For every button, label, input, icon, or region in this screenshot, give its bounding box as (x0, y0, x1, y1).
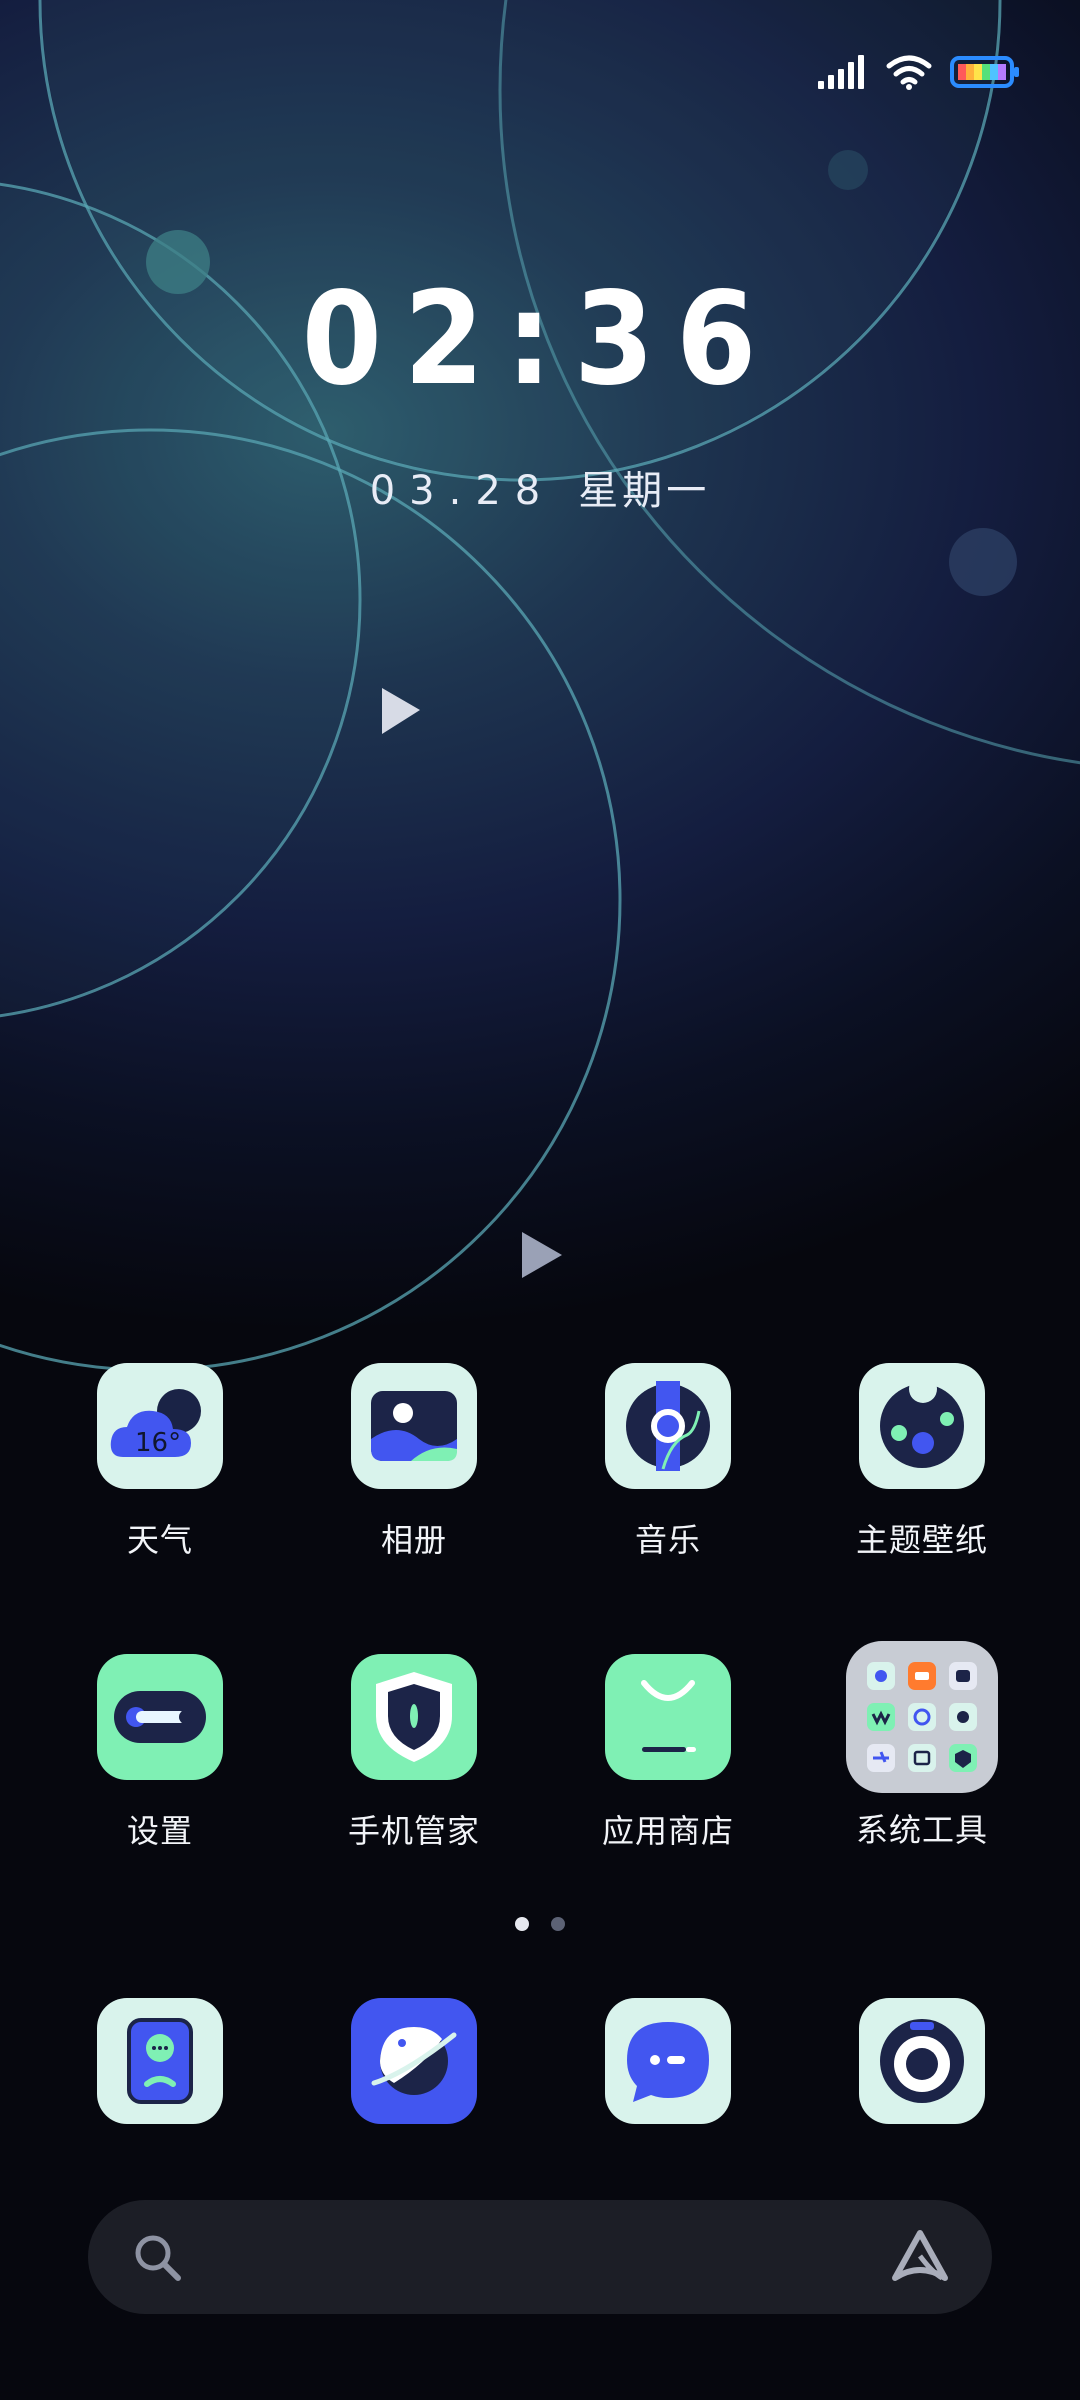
app-weather[interactable]: 16° 天气 (65, 1363, 255, 1561)
battery-icon (950, 56, 1019, 88)
app-label-settings: 设置 (126, 1812, 193, 1850)
phone-manager-shield-icon (351, 1654, 477, 1780)
theme-wallpaper-icon (859, 1363, 985, 1489)
weekday-text: 星期一 (578, 468, 711, 514)
app-label-phone-manager: 手机管家 (347, 1812, 480, 1850)
dock-phone[interactable] (65, 1998, 255, 2124)
page-dot-2[interactable] (551, 1917, 565, 1931)
system-tools-folder-icon (846, 1641, 998, 1793)
dock-browser[interactable] (319, 1998, 509, 2124)
app-label-weather: 天气 (126, 1521, 193, 1559)
app-label-app-store: 应用商店 (601, 1812, 734, 1850)
app-theme-wallpaper[interactable]: 主题壁纸 (827, 1363, 1017, 1561)
signal-icon (818, 55, 864, 89)
weather-icon: 16° (97, 1363, 223, 1489)
music-icon (605, 1363, 731, 1489)
app-store-bag-icon (605, 1654, 731, 1780)
messages-icon (605, 1998, 731, 2124)
search-bar[interactable] (88, 2200, 992, 2314)
status-bar (818, 52, 1020, 92)
lock-date: 03.28 星期一 (0, 458, 1080, 516)
page-dot-1[interactable] (515, 1917, 529, 1931)
app-phone-manager[interactable]: 手机管家 (319, 1654, 509, 1852)
assistant-icon[interactable] (890, 2228, 950, 2286)
camera-icon (859, 1998, 985, 2124)
browser-planet-icon (351, 1998, 477, 2124)
app-gallery[interactable]: 相册 (319, 1363, 509, 1561)
gallery-icon (351, 1363, 477, 1489)
dock-messages[interactable] (573, 1998, 763, 2124)
app-music[interactable]: 音乐 (573, 1363, 763, 1561)
weather-temp: 16° (135, 1428, 181, 1458)
settings-toggle-icon (97, 1654, 223, 1780)
app-app-store[interactable]: 应用商店 (573, 1654, 763, 1852)
phone-icon (97, 1998, 223, 2124)
search-input[interactable] (208, 2228, 852, 2288)
app-label-gallery: 相册 (380, 1521, 447, 1559)
search-icon (135, 2235, 181, 2281)
app-settings[interactable]: 设置 (65, 1654, 255, 1852)
app-label-system-tools: 系统工具 (855, 1811, 988, 1849)
lock-clock: 02:36 (301, 265, 779, 414)
dock-camera[interactable] (827, 1998, 1017, 2124)
app-label-music: 音乐 (634, 1521, 701, 1559)
wifi-icon (886, 55, 932, 90)
page-indicator (0, 1917, 1080, 1931)
date-text: 03.28 (369, 468, 555, 514)
app-label-theme-wallpaper: 主题壁纸 (855, 1521, 988, 1559)
app-system-tools[interactable]: 系统工具 (827, 1641, 1017, 1851)
